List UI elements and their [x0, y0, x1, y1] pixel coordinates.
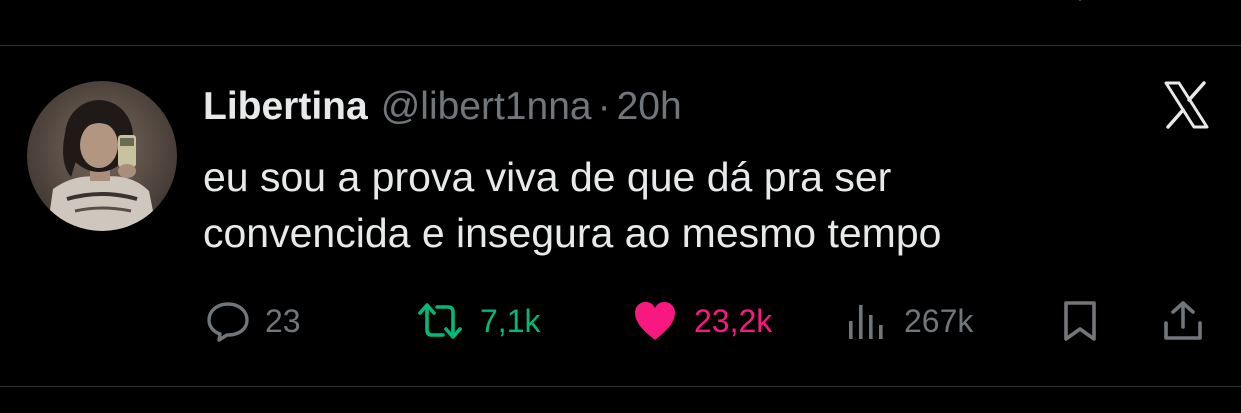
tweet-header: Libertina @libert1nna · 20h — [203, 82, 682, 132]
bookmark-button[interactable] — [1061, 298, 1099, 344]
retweet-count: 7,1k — [480, 303, 541, 339]
reply-count: 23 — [265, 303, 301, 339]
tweet-text: eu sou a prova viva de que dá pra ser co… — [203, 149, 1163, 261]
bookmark-icon — [1061, 299, 1099, 343]
timestamp[interactable]: 20h — [617, 82, 682, 132]
share-icon — [1161, 299, 1205, 343]
like-button[interactable]: 23,2k — [632, 298, 772, 344]
tweet-text-line: convencida e insegura ao mesmo tempo — [203, 210, 942, 256]
heart-icon — [632, 300, 678, 342]
views-count: 267k — [904, 303, 974, 339]
views-icon — [846, 301, 886, 341]
user-handle[interactable]: @libert1nna — [381, 82, 592, 132]
display-name[interactable]: Libertina — [203, 82, 368, 132]
retweet-button[interactable]: 7,1k — [416, 298, 540, 344]
tweet-divider-bottom — [0, 386, 1241, 387]
reply-icon — [205, 299, 251, 343]
like-count: 23,2k — [694, 303, 773, 339]
previous-tweet-icon-fragment — [1062, 0, 1098, 6]
tweet-text-line: eu sou a prova viva de que dá pra ser — [203, 154, 892, 200]
views-button[interactable]: 267k — [846, 298, 973, 344]
share-button[interactable] — [1161, 298, 1205, 344]
reply-button[interactable]: 23 — [205, 298, 301, 344]
tweet-divider-top — [0, 45, 1241, 46]
x-logo-icon — [1160, 80, 1212, 130]
retweet-icon — [416, 301, 464, 341]
separator-dot: · — [597, 85, 611, 128]
avatar[interactable] — [27, 81, 177, 231]
